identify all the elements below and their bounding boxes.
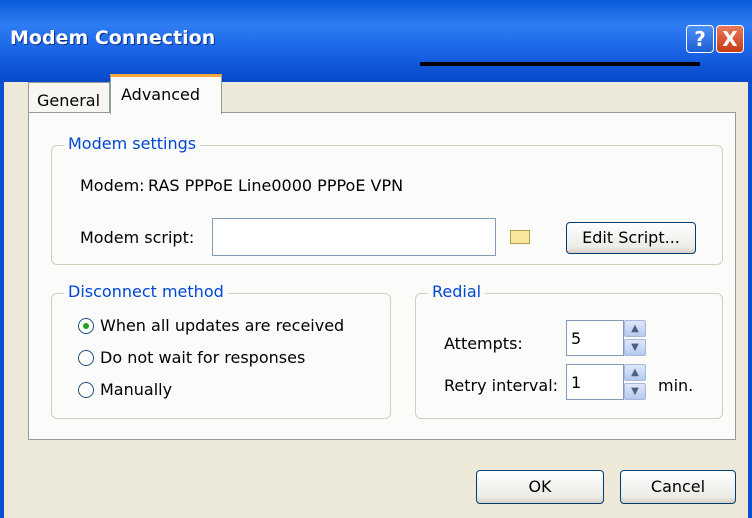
radio-label: Do not wait for responses [100, 348, 306, 367]
radio-do-not-wait[interactable]: Do not wait for responses [78, 348, 305, 367]
help-button[interactable]: ? [686, 25, 714, 53]
retry-interval-spinner[interactable]: ▲ ▼ [624, 364, 646, 400]
modem-value: RAS PPPoE Line0000 PPPoE VPN [148, 176, 404, 195]
title-bar-strip [420, 62, 700, 66]
spin-up-icon[interactable]: ▲ [624, 320, 646, 337]
radio-label: Manually [100, 380, 173, 399]
spin-down-icon[interactable]: ▼ [624, 383, 646, 400]
spin-up-icon[interactable]: ▲ [624, 364, 646, 381]
title-bar: Modem Connection ? X [0, 0, 752, 82]
attempts-input[interactable] [566, 320, 624, 356]
modem-settings-group: Modem settings Modem: RAS PPPoE Line0000… [51, 134, 723, 265]
window-border-left [0, 82, 4, 518]
window-title: Modem Connection [10, 27, 216, 49]
tab-advanced[interactable]: Advanced [110, 74, 222, 114]
radio-button[interactable] [78, 349, 94, 366]
disconnect-method-group: Disconnect method When all updates are r… [51, 282, 391, 419]
radio-manually[interactable]: Manually [78, 380, 172, 399]
radio-button-checked[interactable] [78, 317, 94, 334]
modem-script-input[interactable] [212, 218, 496, 256]
radio-label: When all updates are received [100, 316, 345, 335]
folder-icon[interactable] [510, 230, 530, 244]
close-button[interactable]: X [716, 25, 744, 53]
redial-legend: Redial [428, 282, 486, 301]
modem-label: Modem: [80, 176, 145, 195]
modem-script-label: Modem script: [80, 228, 195, 247]
attempts-spinner[interactable]: ▲ ▼ [624, 320, 646, 356]
radio-when-all-updates[interactable]: When all updates are received [78, 316, 344, 335]
redial-group: Redial Attempts: ▲ ▼ Retry interval: ▲ ▼… [415, 282, 723, 419]
retry-interval-input[interactable] [566, 364, 624, 400]
window-border-right [748, 82, 752, 518]
retry-interval-label: Retry interval: [444, 376, 559, 395]
attempts-label: Attempts: [444, 334, 523, 353]
ok-button[interactable]: OK [476, 470, 604, 504]
spin-down-icon[interactable]: ▼ [624, 339, 646, 356]
disconnect-method-legend: Disconnect method [64, 282, 228, 301]
retry-interval-unit: min. [658, 376, 694, 395]
modem-settings-legend: Modem settings [64, 134, 201, 153]
cancel-button[interactable]: Cancel [620, 470, 736, 504]
edit-script-button[interactable]: Edit Script... [566, 222, 696, 254]
tab-general[interactable]: General [28, 82, 110, 112]
radio-button[interactable] [78, 381, 94, 398]
advanced-tab-panel: Modem settings Modem: RAS PPPoE Line0000… [28, 112, 736, 440]
